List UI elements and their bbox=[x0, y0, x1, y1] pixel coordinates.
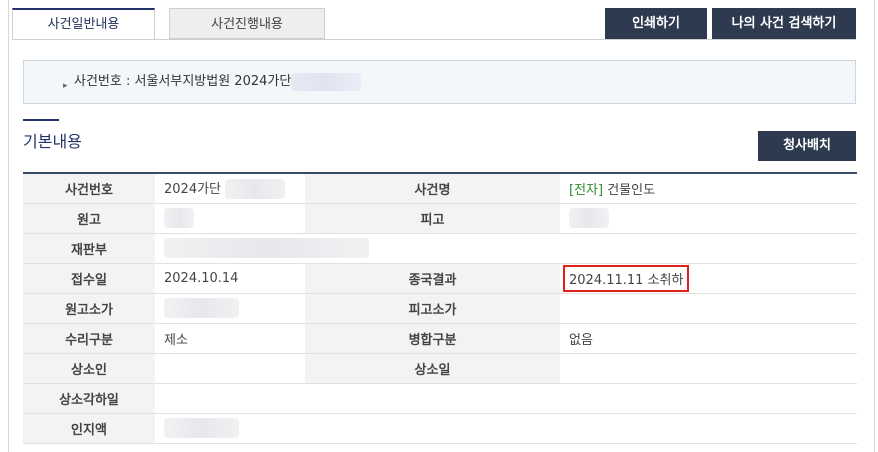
value-plaintiff bbox=[155, 203, 305, 234]
label-appeal-dismissal-date: 상소각하일 bbox=[23, 383, 155, 414]
label-stamp-fee: 인지액 bbox=[23, 413, 155, 444]
label-defendant: 피고 bbox=[305, 203, 560, 234]
table-row: 원고 피고 bbox=[23, 203, 857, 234]
tab-underline bbox=[12, 39, 856, 40]
tab-progress[interactable]: 사건진행내용 bbox=[169, 8, 325, 39]
section-title: 기본내용 bbox=[23, 132, 82, 151]
label-appellant: 상소인 bbox=[23, 353, 155, 384]
value-stamp-fee bbox=[155, 413, 857, 444]
label-filing-date: 접수일 bbox=[23, 263, 155, 294]
case-number-label: 사건번호 : bbox=[74, 74, 135, 89]
table-row: 수리구분 제소 병합구분 없음 bbox=[23, 323, 857, 354]
value-defendant-claim bbox=[560, 293, 857, 324]
my-case-search-button[interactable]: 나의 사건 검색하기 bbox=[712, 8, 856, 39]
table-row: 원고소가 피고소가 bbox=[23, 293, 857, 324]
tab-general[interactable]: 사건일반내용 bbox=[12, 8, 155, 39]
table-row: 재판부 bbox=[23, 233, 857, 264]
label-plaintiff-claim: 원고소가 bbox=[23, 293, 155, 324]
label-court-division: 재판부 bbox=[23, 233, 155, 264]
redacted-value bbox=[569, 208, 609, 228]
label-merge-type: 병합구분 bbox=[305, 323, 560, 354]
case-number-line: 사건번호 : 서울서부지방법원 2024가단 bbox=[74, 61, 362, 103]
case-number-box: ▸ 사건번호 : 서울서부지방법원 2024가단 bbox=[23, 60, 856, 104]
redacted-case-number bbox=[291, 72, 362, 91]
table-row: 사건번호 2024가단 사건명 [전자] 건물인도 bbox=[23, 173, 857, 204]
value-defendant bbox=[560, 203, 857, 234]
redacted-value bbox=[164, 208, 194, 228]
value-appellant bbox=[155, 353, 305, 384]
value-final-result: 2024.11.11 소취하 bbox=[560, 263, 857, 294]
print-button[interactable]: 인쇄하기 bbox=[605, 8, 707, 39]
court-map-button[interactable]: 청사배치 bbox=[758, 131, 856, 161]
basic-info-table: 사건번호 2024가단 사건명 [전자] 건물인도 원고 피고 재판부 접수일 … bbox=[23, 172, 857, 444]
electronic-tag: [전자] bbox=[569, 182, 604, 198]
table-row: 접수일 2024.10.14 종국결과 2024.11.11 소취하 bbox=[23, 263, 857, 294]
value-case-number: 2024가단 bbox=[155, 173, 305, 204]
redacted-value bbox=[164, 418, 239, 438]
value-appeal-date bbox=[560, 353, 857, 384]
bullet-icon: ▸ bbox=[63, 81, 68, 91]
table-row: 상소인 상소일 bbox=[23, 353, 857, 384]
highlighted-final-result: 2024.11.11 소취하 bbox=[563, 264, 690, 292]
label-case-number: 사건번호 bbox=[23, 173, 155, 204]
value-filing-date: 2024.10.14 bbox=[155, 263, 305, 294]
label-appeal-date: 상소일 bbox=[305, 353, 560, 384]
label-plaintiff: 원고 bbox=[23, 203, 155, 234]
label-case-name: 사건명 bbox=[305, 173, 560, 204]
case-number-court: 서울서부지방법원 2024가단 bbox=[134, 74, 292, 89]
table-row: 인지액 bbox=[23, 413, 857, 444]
value-plaintiff-claim bbox=[155, 293, 305, 324]
redacted-value bbox=[225, 179, 286, 199]
value-court-division bbox=[155, 233, 857, 264]
table-row: 상소각하일 bbox=[23, 383, 857, 414]
value-case-name: [전자] 건물인도 bbox=[560, 173, 857, 204]
section-accent-bar bbox=[23, 119, 59, 121]
redacted-value bbox=[164, 238, 369, 258]
label-final-result: 종국결과 bbox=[305, 263, 560, 294]
label-defendant-claim: 피고소가 bbox=[305, 293, 560, 324]
label-receipt-type: 수리구분 bbox=[23, 323, 155, 354]
redacted-value bbox=[164, 298, 239, 318]
value-merge-type: 없음 bbox=[560, 323, 857, 354]
value-receipt-type: 제소 bbox=[155, 323, 305, 354]
value-appeal-dismissal-date bbox=[155, 383, 857, 414]
